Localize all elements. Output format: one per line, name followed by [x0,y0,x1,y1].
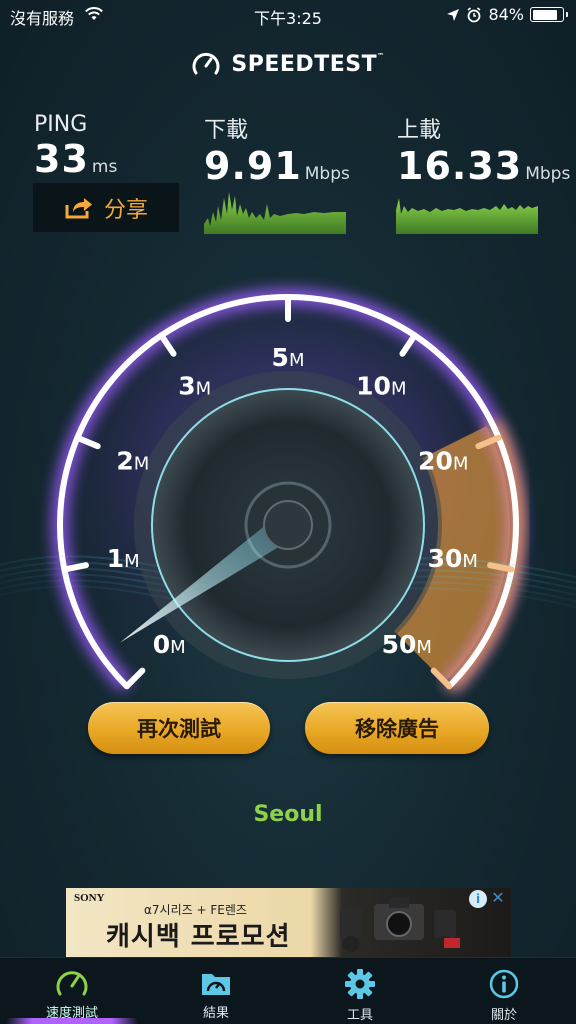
alarm-icon [467,6,481,22]
gauge-tick [61,562,89,573]
status-right: 84% [446,5,568,24]
info-icon [489,969,519,999]
download-label: 下載 [204,118,249,143]
share-label: 分享 [103,197,148,223]
ad-brand: SONY [74,892,105,904]
upload-label: 上載 [397,118,442,143]
ping-label: PING [34,112,88,137]
download-unit: Mbps [304,164,350,184]
close-icon[interactable]: ✕ [489,889,507,907]
battery-percent: 84% [488,5,524,24]
retest-button[interactable]: 再次測試 [88,702,270,754]
share-button[interactable]: 分享 [33,183,179,232]
ad-headline: 캐시백 프로모션 [106,922,291,952]
needle-cap [263,500,313,550]
status-bar: 沒有服務 下午3:25 84% [0,0,576,30]
speed-gauge: 0M1M2M3M5M10M20M30M50M [0,289,576,692]
tab-results-label: 結果 [202,1006,229,1021]
info-icon[interactable]: i [469,890,487,908]
ping-unit: ms [91,157,118,177]
tab-results[interactable]: 結果 [144,958,288,1024]
server-location[interactable]: Seoul [0,802,576,827]
tab-about-label: 關於 [490,1008,517,1023]
speedometer-logo-icon [192,52,220,75]
upload-unit: Mbps [525,164,571,184]
download-value: 9.91 [204,144,302,188]
share-icon [65,197,92,218]
speedtest-logo: SPEEDTEST™ [0,50,576,78]
upload-graph [396,198,538,234]
ad-banner[interactable]: SONY α7시리즈 + FE렌즈 캐시백 프로모션 i ✕ [66,888,511,957]
folder-results-icon [202,974,230,995]
trademark: ™ [377,51,385,60]
brand-name: SPEEDTEST [231,51,378,77]
battery-icon [530,7,568,22]
tab-bar: 速度測試 結果 工具 關於 [0,957,576,1024]
tab-about[interactable]: 關於 [432,958,576,1024]
ping-metric: PING 33 ms [34,112,117,181]
upload-metric: 上載 16.33 Mbps [397,112,570,188]
tab-speed-test-label: 速度測試 [45,1006,98,1021]
upload-value: 16.33 [397,144,523,188]
speedometer-icon [56,971,88,996]
gauge-tick [487,562,515,573]
tab-tools-label: 工具 [346,1008,373,1023]
gear-icon [345,969,375,999]
camera-lenses-image [340,898,460,952]
location-arrow-icon [447,8,460,21]
remove-ads-button[interactable]: 移除廣告 [305,702,489,754]
tab-speed-test[interactable]: 速度測試 [0,958,144,1024]
download-metric: 下載 9.91 Mbps [204,112,350,188]
download-graph [204,192,346,234]
tab-tools[interactable]: 工具 [288,958,432,1024]
ping-value: 33 [34,137,89,181]
